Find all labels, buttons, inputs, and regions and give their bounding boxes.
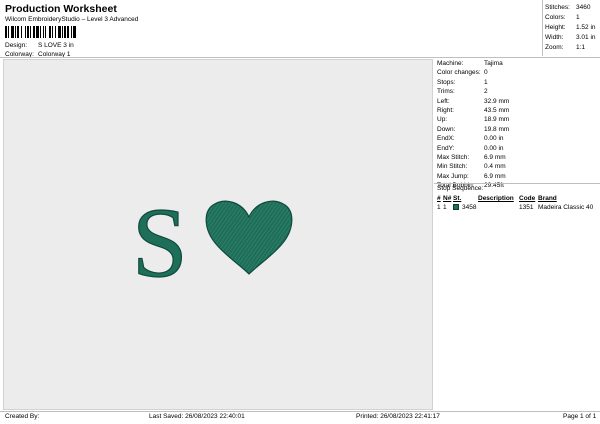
software-name: Wilcom EmbroideryStudio – Level 3 Advanc…	[5, 16, 139, 23]
col-header-brand: Brand	[538, 195, 557, 202]
page-title: Production Worksheet	[5, 3, 117, 15]
machine-info-row: Color changes: 0	[435, 68, 597, 77]
stat-value: 1:1	[576, 44, 586, 51]
info-value: 0.4 mm	[484, 163, 506, 171]
stat-value: 3460	[576, 4, 591, 11]
stat-value: 3.01 in	[576, 34, 596, 41]
machine-info-row: Trims: 2	[435, 87, 597, 96]
cell-description	[478, 203, 519, 212]
machine-info-row: Stops: 1	[435, 78, 597, 87]
design-stats: Stitches: 3460 Colors: 1 Height: 1.52 in Wi…	[545, 3, 596, 53]
barcode	[5, 26, 76, 38]
info-label: Max Stitch:	[437, 153, 470, 161]
stop-sequence-divider	[434, 183, 600, 184]
info-label: Down:	[437, 125, 456, 133]
cell-code: 1351	[519, 204, 534, 211]
color-swatch	[453, 204, 459, 210]
footer-printed: Printed: 26/08/2023 22:41:17	[356, 413, 440, 420]
info-value: Tajima	[484, 60, 503, 67]
cell-stitches: 3458	[453, 203, 478, 212]
table-row: 1 1 3458 1351 Madeira Classic 40	[435, 203, 598, 212]
stat-label: Stitches:	[545, 4, 570, 11]
embroidery-preview: S	[131, 186, 293, 299]
info-label: Min Stitch:	[437, 163, 468, 171]
info-value: 1	[484, 78, 488, 86]
design-label: Design:	[5, 42, 28, 49]
machine-info-row: Machine: Tajima	[435, 59, 597, 68]
stat-row: Height: 1.52 in	[545, 23, 596, 33]
info-label: Trims:	[437, 88, 455, 96]
stat-label: Width:	[545, 34, 564, 41]
info-label: Max Jump:	[437, 172, 469, 180]
info-label: Left:	[437, 97, 450, 105]
machine-info-panel: Machine: Tajima Color changes: 0 Stops: 1 T…	[435, 59, 597, 190]
machine-info-row: Right: 43.5 mm	[435, 106, 597, 115]
stat-row: Colors: 1	[545, 13, 596, 23]
cell-num: 1	[437, 204, 441, 211]
stat-value: 1	[576, 14, 580, 21]
col-header-num: #	[437, 195, 441, 202]
machine-info-row: Max Jump: 6.9 mm	[435, 172, 597, 181]
machine-info-row: EndY: 0.00 in	[435, 144, 597, 153]
info-value: 0.00 in	[484, 144, 504, 152]
stat-row: Zoom: 1:1	[545, 43, 596, 53]
design-value: S LOVE 3 in	[38, 42, 74, 49]
heart-icon	[205, 200, 293, 275]
footer-last-saved: Last Saved: 26/08/2023 22:40:01	[149, 413, 245, 420]
stop-sequence-table: # N# St. Description Code Brand 1 1 3458…	[435, 194, 598, 212]
stop-sequence-title: Stop Sequence:	[437, 185, 484, 192]
cell-brand: Madeira Classic 40	[538, 204, 594, 211]
machine-info-row: Up: 18.9 mm	[435, 115, 597, 124]
machine-info-row: Left: 32.9 mm	[435, 97, 597, 106]
col-header-needle: N#	[443, 195, 452, 202]
machine-info-row: Min Stitch: 0.4 mm	[435, 162, 597, 171]
info-label: EndX:	[437, 135, 455, 143]
stat-label: Zoom:	[545, 44, 564, 51]
stat-label: Height:	[545, 24, 566, 31]
info-value: 43.5 mm	[484, 106, 510, 114]
info-value: 6.9 mm	[484, 172, 506, 180]
info-label: Machine:	[437, 60, 464, 67]
info-value: 18.9 mm	[484, 116, 510, 124]
stat-label: Colors:	[545, 14, 566, 21]
info-value: 19.8 mm	[484, 125, 510, 133]
design-row: Design: S LOVE 3 in	[5, 42, 74, 49]
cell-needle: 1	[443, 204, 447, 211]
machine-info-row: Max Stitch: 6.9 mm	[435, 153, 597, 162]
footer-created-by: Created By:	[5, 413, 40, 420]
info-value: 0	[484, 69, 488, 77]
info-label: Right:	[437, 106, 454, 114]
info-label: Stops:	[437, 78, 456, 86]
footer-page-number: Page 1 of 1	[563, 413, 597, 420]
col-header-description: Description	[478, 195, 514, 202]
design-preview: S	[3, 59, 433, 410]
machine-info-row: EndX: 0.00 in	[435, 134, 597, 143]
info-value: 32.9 mm	[484, 97, 510, 105]
info-value: 6.9 mm	[484, 153, 506, 161]
info-label: EndY:	[437, 144, 455, 152]
stat-row: Stitches: 3460	[545, 3, 596, 13]
stat-row: Width: 3.01 in	[545, 33, 596, 43]
letter-s: S	[132, 187, 188, 298]
col-header-stitches: St.	[453, 195, 462, 202]
stat-value: 1.52 in	[576, 24, 596, 31]
info-value: 0.00 in	[484, 135, 504, 143]
machine-info-row: Down: 19.8 mm	[435, 125, 597, 134]
col-header-code: Code	[519, 195, 536, 202]
table-header: # N# St. Description Code Brand	[435, 194, 598, 203]
stats-divider	[542, 0, 543, 56]
info-value: 2	[484, 88, 488, 96]
info-label: Color changes:	[437, 69, 481, 77]
header-divider	[0, 57, 600, 58]
info-label: Up:	[437, 116, 448, 124]
stitch-count: 3458	[462, 204, 477, 211]
footer-divider	[0, 411, 600, 412]
